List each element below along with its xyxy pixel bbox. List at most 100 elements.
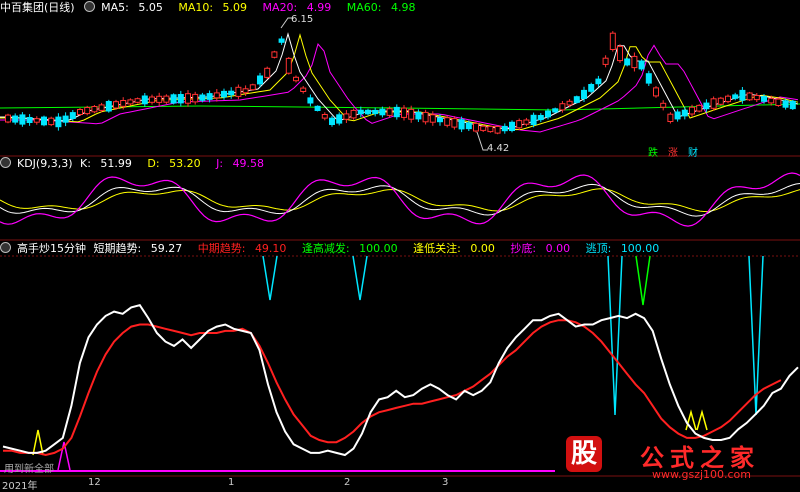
high-price-note: 6.15 [291, 14, 314, 25]
candle [149, 96, 155, 103]
candle [739, 89, 746, 101]
candle [221, 90, 227, 98]
escape-label: 逃顶: 100.00 [585, 242, 660, 255]
candle [271, 51, 278, 58]
candle [98, 104, 105, 111]
candle [91, 106, 98, 113]
candle [156, 95, 163, 103]
ma20-label: MA20: 4.99 [262, 1, 332, 14]
date-mar: 3 [442, 477, 449, 488]
kdj-header: KDJ(9,3,3) K: 51.99 D: 53.20 J: 49.58 [0, 157, 276, 171]
candle [379, 108, 386, 116]
candle [537, 115, 544, 121]
candle [595, 78, 602, 85]
candle [386, 108, 393, 116]
candle [62, 115, 69, 123]
candle [494, 126, 501, 134]
date-dec: 12 [88, 477, 101, 488]
candle [314, 105, 321, 112]
settings-gear-icon[interactable] [84, 1, 96, 12]
tag-fall[interactable]: 跌 [648, 144, 658, 159]
candle [559, 103, 566, 111]
candle [365, 109, 371, 115]
candle [19, 114, 26, 125]
candle [293, 76, 299, 82]
k-label: K: 51.99 [80, 157, 132, 170]
candle [357, 109, 364, 115]
candle [141, 95, 148, 105]
candle [573, 96, 580, 103]
tag-wealth[interactable]: 财 [688, 144, 698, 159]
candle [257, 75, 263, 85]
candle [444, 117, 451, 126]
main-header: 中百集团(日线) MA5: 5.05 MA10: 5.09 MA20: 4.99… [0, 1, 427, 15]
candle [163, 95, 170, 103]
candle [703, 102, 710, 110]
ma5-label: MA5: 5.05 [101, 1, 163, 14]
indicator-header: 高手炒15分钟 短期趋势: 59.27 中期趋势: 49.10 逢高减发: 10… [0, 242, 671, 256]
candle [473, 122, 479, 132]
candle [177, 94, 184, 104]
candle [393, 106, 400, 118]
escape-signal [262, 255, 278, 301]
ma10-label: MA10: 5.09 [178, 1, 248, 14]
rise-signal [635, 255, 651, 306]
candle [660, 102, 667, 108]
candle [213, 92, 220, 99]
main-title[interactable]: 中百集团(日线) [0, 1, 75, 14]
candle [343, 113, 350, 120]
candle [127, 99, 134, 105]
candle [278, 38, 285, 43]
ma60-label: MA60: 4.98 [346, 1, 416, 14]
bottom-label: 抄底: 0.00 [510, 242, 571, 255]
candle [5, 114, 11, 123]
candle [113, 101, 119, 109]
candle [545, 110, 551, 118]
fall-label: 逢低关注: 0.00 [413, 242, 495, 255]
date-year: 2021年 [2, 481, 38, 492]
candle [401, 107, 407, 118]
candle [264, 67, 271, 78]
candle [55, 116, 62, 128]
settings-gear-icon[interactable] [0, 242, 11, 253]
candle [566, 100, 573, 106]
candle [732, 94, 739, 99]
candle [645, 73, 652, 84]
candle [249, 84, 256, 91]
candle [588, 84, 595, 92]
candle [717, 97, 724, 105]
candle [307, 97, 314, 104]
ma60-value: 4.98 [390, 1, 416, 14]
kdj-title[interactable]: KDJ(9,3,3) [17, 157, 73, 170]
settings-gear-icon[interactable] [0, 157, 11, 168]
candle [631, 55, 638, 69]
candle [285, 57, 292, 74]
candlestick-pane[interactable] [0, 17, 800, 151]
candle [725, 95, 731, 103]
candle [350, 109, 357, 119]
candle [782, 100, 789, 108]
candle [458, 119, 465, 130]
kdj-k-line [0, 183, 800, 217]
low-price-note: 4.42 [487, 143, 510, 154]
candle [12, 115, 19, 123]
candle [674, 111, 681, 120]
kdj-pane[interactable] [0, 172, 800, 227]
candle [26, 117, 33, 123]
candle [336, 114, 343, 124]
candle [761, 96, 767, 102]
kdj-j-line [0, 172, 800, 227]
candle [487, 125, 494, 133]
candle [516, 120, 523, 129]
candle [77, 109, 83, 115]
indicator-title[interactable]: 高手炒15分钟 [17, 242, 86, 255]
candle [437, 117, 443, 123]
candle [681, 109, 688, 117]
candle [41, 116, 47, 126]
tag-rise[interactable]: 涨 [668, 144, 678, 159]
candle [242, 88, 249, 94]
candle [228, 90, 235, 96]
bottom-note: 用到新全部 [4, 464, 54, 475]
mid-trend-line [3, 319, 782, 457]
candle [69, 112, 76, 119]
